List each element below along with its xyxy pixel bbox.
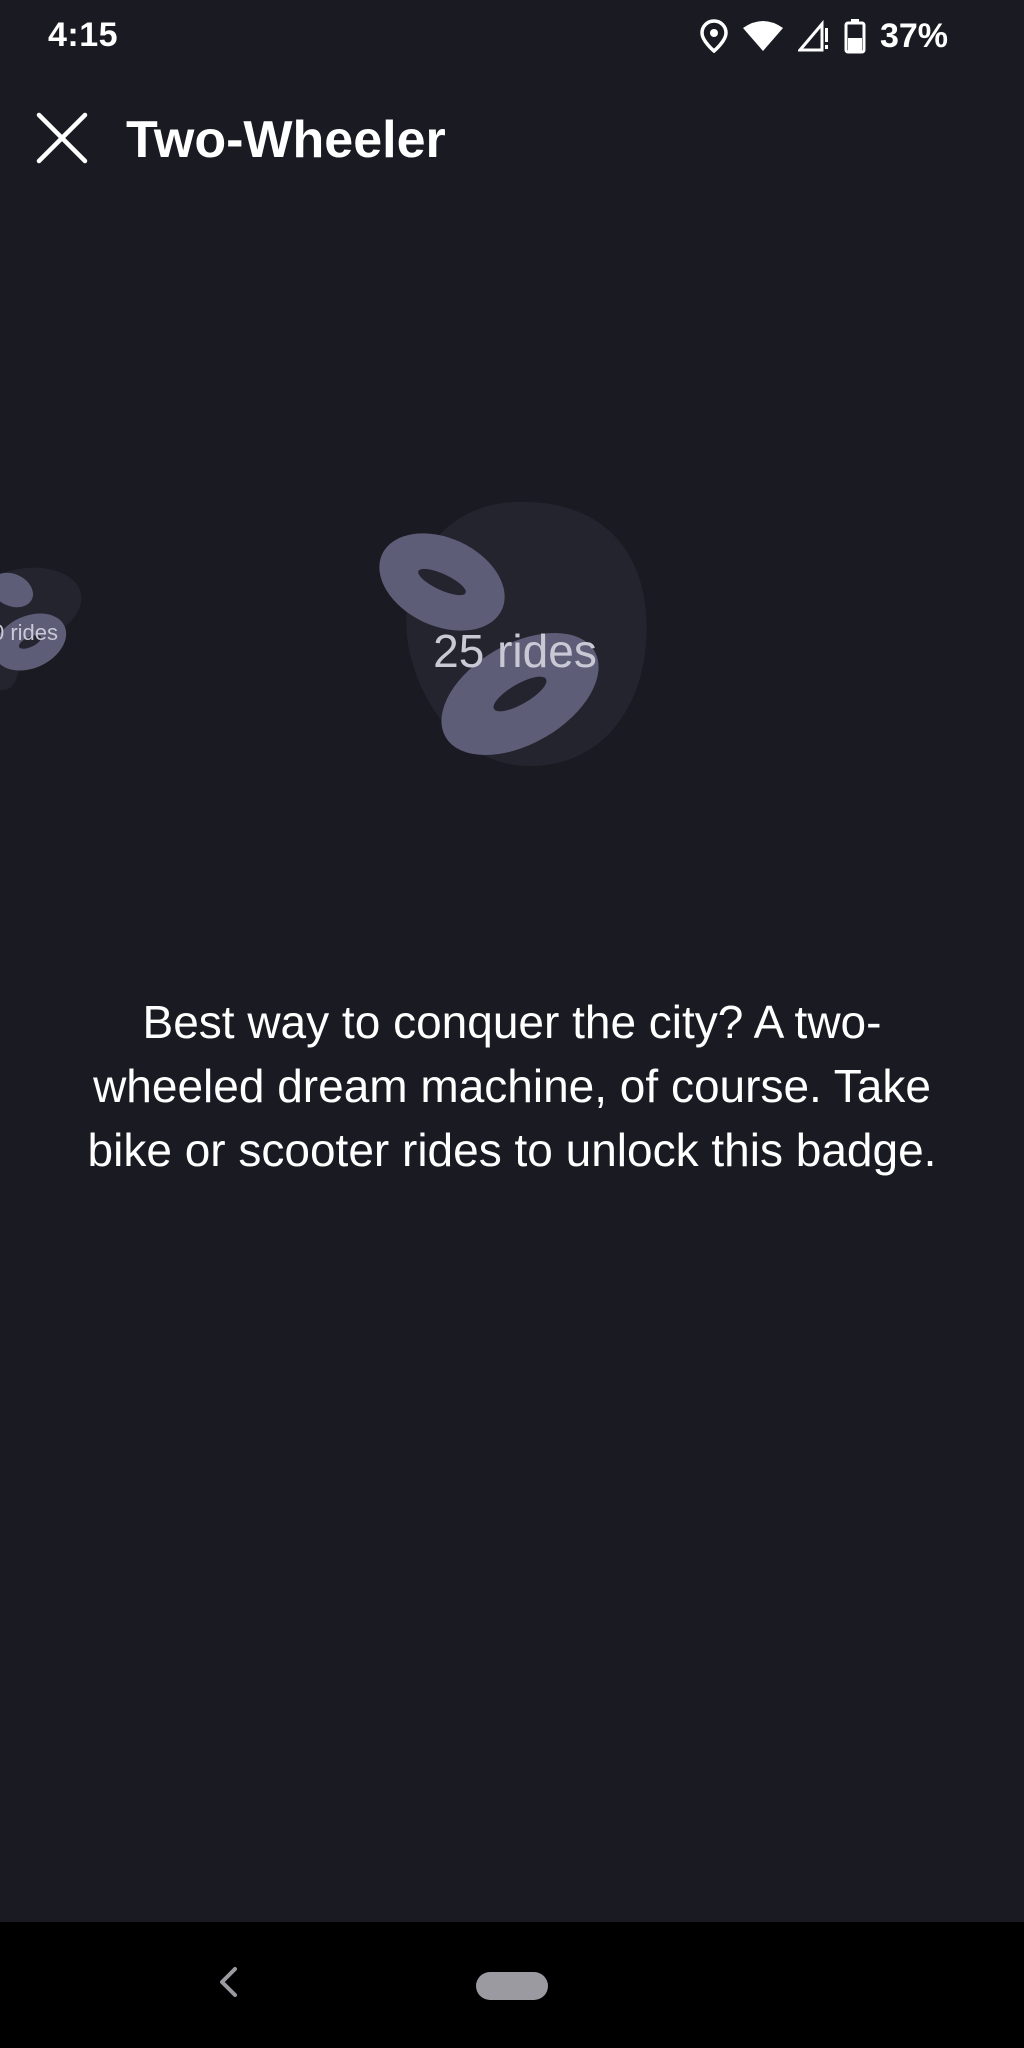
back-button[interactable]: [206, 1962, 250, 2006]
location-icon: [700, 19, 728, 53]
page-title: Two-Wheeler: [126, 111, 446, 169]
battery-icon: [844, 18, 866, 54]
status-icons: 37%: [700, 14, 948, 58]
system-nav-bar: [0, 1922, 1024, 2048]
badge-detail-screen: 4:15 37% Two-Wheeler rides 25 rides Best…: [0, 0, 1024, 2048]
wifi-icon: [742, 20, 784, 52]
badge-current[interactable]: 25 rides: [370, 494, 660, 784]
status-time: 4:15: [48, 16, 119, 54]
badge-carousel[interactable]: 0 rides 25 rides: [0, 470, 1024, 790]
badge-main-label: 25 rides: [433, 625, 597, 677]
back-chevron-icon: [217, 1966, 239, 2003]
signal-icon: [797, 20, 830, 52]
battery-percent: 37%: [879, 16, 948, 55]
badge-side-label: 0 rides: [0, 620, 59, 645]
close-icon: [36, 112, 88, 169]
status-bar: 4:15 37%: [0, 0, 1024, 72]
home-pill-icon[interactable]: [476, 1972, 548, 2000]
header: Two-Wheeler: [0, 100, 1024, 180]
badge-previous[interactable]: 0 rides: [0, 560, 100, 700]
badge-description: Best way to conquer the city? A two-whee…: [87, 996, 937, 1176]
close-button[interactable]: [30, 108, 94, 172]
